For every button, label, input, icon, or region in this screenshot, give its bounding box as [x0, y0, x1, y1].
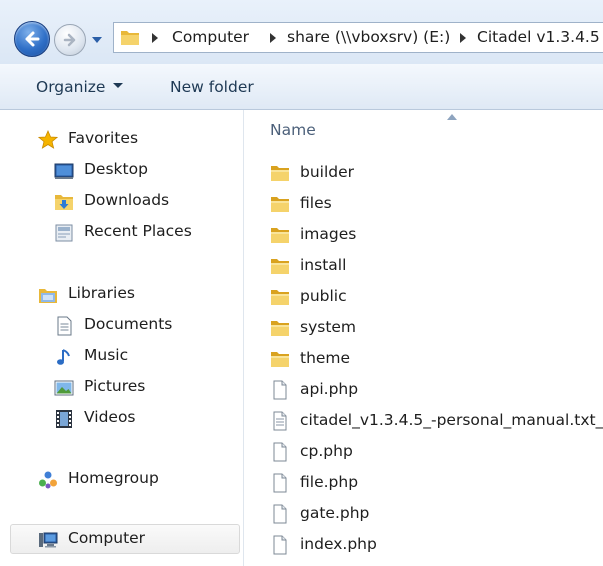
explorer-window: Computer share (\\vboxsrv) (E:) Citadel …: [0, 0, 603, 566]
list-item-name: install: [300, 256, 347, 274]
nav-item-label: Documents: [84, 315, 173, 333]
list-item-name: files: [300, 194, 332, 212]
breadcrumb-share[interactable]: share (\\vboxsrv) (E:): [287, 28, 450, 46]
address-bar[interactable]: Computer share (\\vboxsrv) (E:) Citadel …: [113, 22, 603, 53]
recent-places-icon: [55, 224, 73, 242]
nav-item-label: Downloads: [84, 191, 170, 209]
list-item-name: api.php: [300, 380, 359, 398]
music-icon: [57, 349, 70, 365]
back-arrow-icon: [25, 31, 40, 47]
file-icon: [273, 535, 287, 555]
nav-homegroup-label: Homegroup: [68, 469, 159, 487]
nav-libraries-label: Libraries: [68, 284, 135, 302]
file-icon: [273, 442, 287, 462]
list-item-name: citadel_v1.3.4.5_-personal_manual.txt_-_: [300, 411, 603, 429]
file-icon: [273, 380, 287, 400]
address-strip: Computer share (\\vboxsrv) (E:) Citadel …: [0, 0, 603, 64]
organize-button[interactable]: Organize: [36, 78, 124, 96]
breadcrumb-computer[interactable]: Computer: [172, 28, 249, 46]
list-item-name: gate.php: [300, 504, 370, 522]
folder-icon: [271, 290, 289, 305]
breadcrumb-separator-icon[interactable]: [270, 33, 276, 43]
nav-item-label: Recent Places: [84, 222, 192, 240]
nav-computer-label: Computer: [68, 529, 146, 547]
file-list-pane: Name builder files images install public syst…: [244, 110, 603, 566]
breadcrumb-citadel[interactable]: Citadel v1.3.4.5: [477, 28, 600, 46]
forward-button[interactable]: [54, 24, 86, 56]
nav-favorites-label: Favorites: [68, 129, 139, 147]
organize-label: Organize: [36, 78, 106, 96]
list-item-name: cp.php: [300, 442, 353, 460]
chevron-down-icon: [113, 83, 124, 88]
videos-icon: [56, 410, 72, 428]
file-icon: [273, 504, 287, 524]
pictures-icon: [54, 380, 74, 396]
new-folder-label: New folder: [170, 78, 254, 96]
folder-icon: [271, 197, 289, 212]
nav-item-label: Music: [84, 346, 129, 364]
text-file-icon: [273, 411, 287, 431]
folder-icon: [271, 228, 289, 243]
folder-icon: [271, 352, 289, 367]
command-bar: Organize New folder: [0, 64, 603, 110]
breadcrumb-separator-icon[interactable]: [460, 33, 466, 43]
forward-arrow-icon: [63, 33, 76, 47]
nav-item-label: Pictures: [84, 377, 146, 395]
desktop-icon: [54, 163, 74, 179]
column-header-name[interactable]: Name: [270, 121, 316, 139]
star-icon: [38, 130, 58, 149]
documents-icon: [57, 316, 72, 336]
back-button[interactable]: [14, 21, 50, 57]
list-item-name: theme: [300, 349, 351, 367]
sort-ascending-icon: [447, 114, 457, 120]
list-item-name: builder: [300, 163, 355, 181]
list-item-name: file.php: [300, 473, 359, 491]
nav-item-label: Videos: [84, 408, 136, 426]
list-item-name: index.php: [300, 535, 377, 553]
list-item-name: images: [300, 225, 357, 243]
downloads-folder-icon: [55, 195, 73, 210]
nav-item-label: Desktop: [84, 160, 148, 178]
navigation-pane: Favorites Desktop Downloads Recent Place…: [0, 110, 244, 566]
breadcrumb-separator-icon[interactable]: [152, 33, 158, 43]
folder-icon: [121, 31, 139, 45]
folder-icon: [271, 166, 289, 181]
list-item-name: system: [300, 318, 357, 336]
file-icon: [273, 473, 287, 493]
homegroup-icon: [39, 471, 57, 489]
folder-icon: [271, 259, 289, 274]
recent-pages-dropdown-icon[interactable]: [90, 33, 104, 47]
list-item-name: public: [300, 287, 347, 305]
computer-icon: [39, 532, 58, 548]
folder-icon: [271, 321, 289, 336]
libraries-icon: [39, 289, 57, 303]
new-folder-button[interactable]: New folder: [170, 78, 254, 96]
